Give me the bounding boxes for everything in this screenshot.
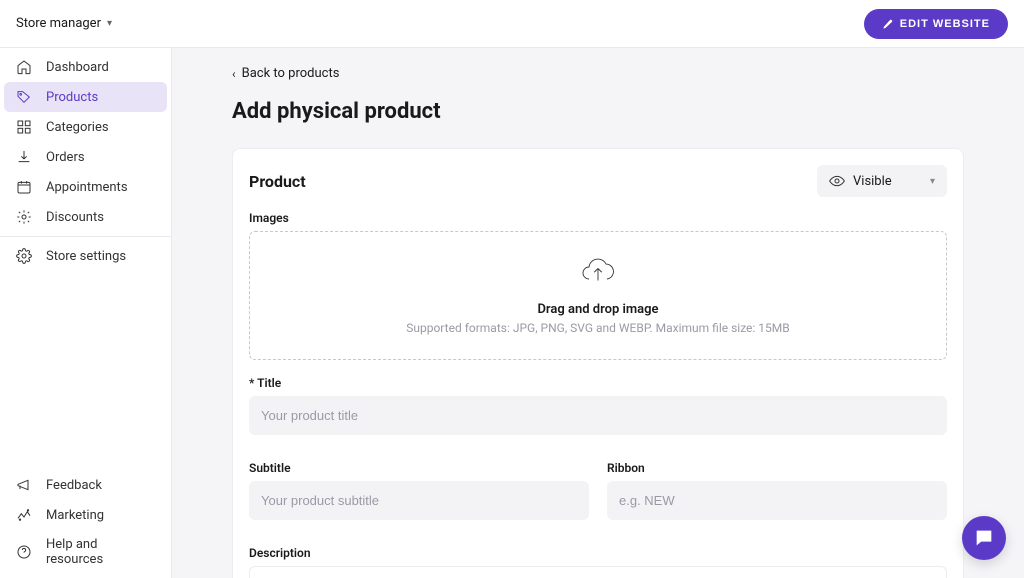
chevron-left-icon: ‹ — [232, 67, 236, 81]
sidebar-item-label: Dashboard — [46, 60, 109, 75]
sidebar-item-categories[interactable]: Categories — [4, 112, 167, 142]
cloud-upload-icon — [580, 258, 616, 288]
product-subtitle-input[interactable] — [249, 481, 589, 520]
grid-icon — [16, 119, 32, 135]
product-ribbon-input[interactable] — [607, 481, 947, 520]
store-switcher[interactable]: Store manager ▾ — [16, 16, 112, 31]
store-switcher-label: Store manager — [16, 16, 101, 31]
chat-help-fab[interactable] — [962, 516, 1006, 560]
sidebar-item-label: Store settings — [46, 249, 126, 264]
sidebar-item-label: Discounts — [46, 210, 104, 225]
page-title: Add physical product — [232, 99, 964, 124]
megaphone-icon — [16, 477, 32, 493]
ribbon-label: Ribbon — [607, 461, 947, 475]
images-label: Images — [249, 211, 947, 225]
sidebar-item-dashboard[interactable]: Dashboard — [4, 52, 167, 82]
sidebar-item-label: Appointments — [46, 180, 128, 195]
image-dropzone[interactable]: Drag and drop image Supported formats: J… — [249, 231, 947, 360]
sidebar-item-appointments[interactable]: Appointments — [4, 172, 167, 202]
sidebar-item-feedback[interactable]: Feedback — [4, 470, 167, 500]
gear-icon — [16, 209, 32, 225]
sidebar-item-store-settings[interactable]: Store settings — [4, 241, 167, 271]
dropzone-title: Drag and drop image — [260, 302, 936, 317]
visibility-select[interactable]: Visible ▾ — [817, 165, 947, 197]
sidebar-item-label: Orders — [46, 150, 85, 165]
sidebar-item-help[interactable]: Help and resources — [4, 530, 167, 574]
help-icon — [16, 544, 32, 560]
card-title: Product — [249, 172, 306, 191]
title-label: * Title — [249, 376, 947, 390]
product-title-input[interactable] — [249, 396, 947, 435]
edit-website-button[interactable]: EDIT WEBSITE — [864, 9, 1008, 39]
description-label: Description — [249, 546, 947, 560]
sidebar-item-marketing[interactable]: Marketing — [4, 500, 167, 530]
ai-writer-button[interactable]: AI Writer — [258, 573, 342, 578]
eye-icon — [829, 173, 845, 189]
dropzone-subtitle: Supported formats: JPG, PNG, SVG and WEB… — [260, 321, 936, 335]
gear-icon — [16, 248, 32, 264]
calendar-icon — [16, 179, 32, 195]
sidebar-item-label: Marketing — [46, 508, 104, 523]
sidebar-item-label: Help and resources — [46, 537, 155, 567]
chat-icon — [973, 527, 995, 549]
home-icon — [16, 59, 32, 75]
back-link-label: Back to products — [242, 66, 340, 81]
download-icon — [16, 149, 32, 165]
main-content: ‹ Back to products Add physical product … — [172, 48, 1024, 578]
back-to-products-link[interactable]: ‹ Back to products — [232, 66, 339, 81]
sidebar-item-orders[interactable]: Orders — [4, 142, 167, 172]
visibility-value: Visible — [853, 174, 892, 189]
divider — [0, 236, 171, 237]
pencil-icon — [882, 18, 894, 30]
tag-icon — [16, 89, 32, 105]
sidebar-item-discounts[interactable]: Discounts — [4, 202, 167, 232]
subtitle-label: Subtitle — [249, 461, 589, 475]
product-card: Product Visible ▾ Images Drag and drop i… — [232, 148, 964, 578]
rich-text-toolbar: AI Writer H2 H3 B I A — [249, 566, 947, 578]
sidebar: Dashboard Products Categories Orders App… — [0, 48, 172, 578]
sidebar-item-label: Feedback — [46, 478, 102, 493]
chevron-down-icon: ▾ — [930, 176, 935, 187]
sidebar-item-products[interactable]: Products — [4, 82, 167, 112]
edit-website-label: EDIT WEBSITE — [900, 18, 990, 30]
spark-icon — [16, 507, 32, 523]
chevron-down-icon: ▾ — [107, 18, 112, 29]
sidebar-item-label: Products — [46, 90, 98, 105]
sidebar-item-label: Categories — [46, 120, 109, 135]
